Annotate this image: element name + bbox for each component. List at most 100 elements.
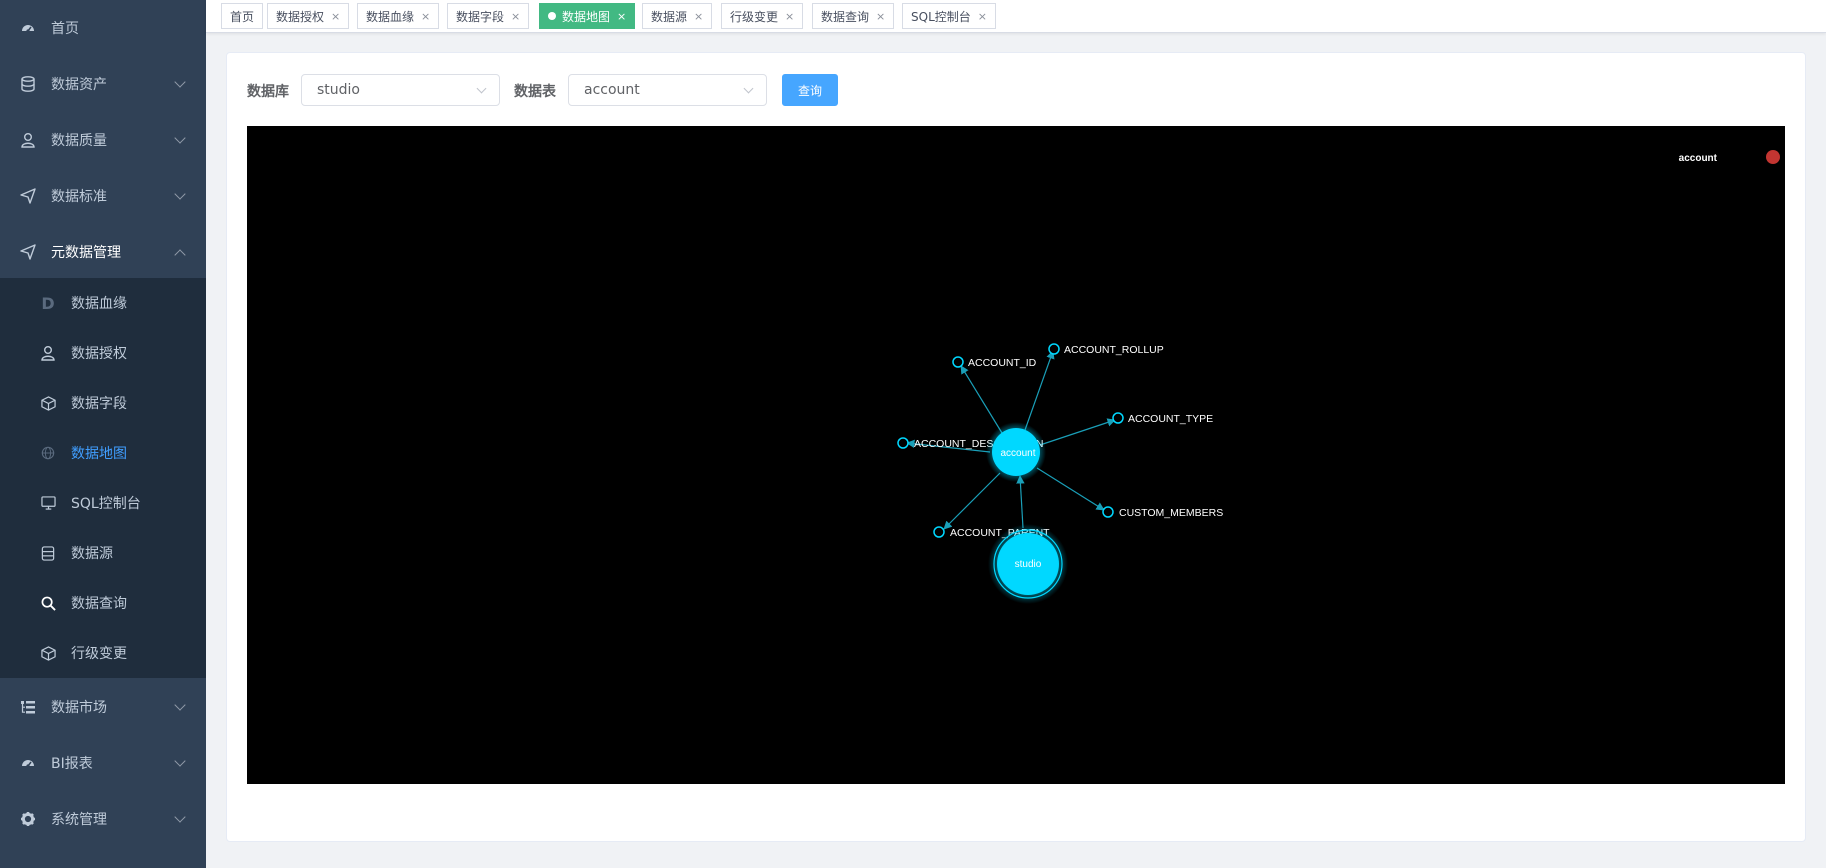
database-icon — [40, 545, 56, 561]
tag-data-map[interactable]: 数据地图 × — [539, 3, 636, 29]
chevron-down-icon — [174, 76, 186, 88]
field-labels: ACCOUNT_ID ACCOUNT_ROLLUP ACCOUNT_TYPE A… — [914, 344, 1223, 539]
menu-label: 数据标准 — [51, 189, 107, 205]
chevron-down-icon — [476, 83, 487, 94]
menu-item-data-standard[interactable]: 数据标准 — [0, 168, 206, 224]
sidebar-item-data-source[interactable]: 数据源 — [0, 528, 206, 578]
query-button[interactable]: 查询 — [782, 74, 838, 106]
globe-icon — [40, 445, 56, 461]
menu-item-metadata[interactable]: 元数据管理 — [0, 224, 206, 280]
tag-row-change[interactable]: 行级变更 × — [721, 3, 804, 29]
menu-item-data-market[interactable]: 数据市场 — [0, 679, 206, 735]
graph-canvas: account ACCOUNT_ID ACCOUNT_ROLLUP ACCOUN… — [897, 150, 1780, 604]
menu-item-data-quality[interactable]: 数据质量 — [0, 112, 206, 168]
menu-label: 数据质量 — [51, 133, 107, 149]
sidebar-item-data-query[interactable]: 数据查询 — [0, 578, 206, 628]
root-node-label: studio — [1015, 559, 1042, 570]
chevron-down-icon — [174, 132, 186, 144]
menu-item-home[interactable]: 首页 — [0, 0, 206, 56]
table-label: 数据表 — [514, 84, 556, 100]
edge-account-parent — [943, 472, 1001, 530]
menu-item-bi-report[interactable]: BI报表 — [0, 735, 206, 791]
database-select-value: studio — [317, 82, 360, 98]
cube-icon — [40, 645, 56, 661]
edge-custom-members — [1036, 467, 1105, 511]
field-node[interactable] — [933, 526, 945, 538]
chevron-down-icon — [174, 811, 186, 823]
user-icon — [20, 132, 36, 148]
tag-label: 数据地图 — [562, 9, 611, 24]
submenu-label: 数据字段 — [71, 396, 127, 412]
sidebar-item-data-map[interactable]: 数据地图 — [0, 428, 206, 478]
menu-label: 系统管理 — [51, 812, 107, 828]
submenu-label: 行级变更 — [71, 646, 127, 662]
tag-label: 首页 — [230, 9, 255, 24]
active-dot-icon — [548, 12, 556, 20]
database-label: 数据库 — [247, 84, 289, 100]
close-icon[interactable]: × — [331, 10, 340, 23]
tag-data-lineage[interactable]: 数据血缘 × — [357, 3, 440, 29]
menu-label: BI报表 — [51, 756, 93, 772]
field-node[interactable] — [897, 437, 909, 449]
sidebar-item-row-change[interactable]: 行级变更 — [0, 628, 206, 678]
data-map-graph[interactable]: account ACCOUNT_ID ACCOUNT_ROLLUP ACCOUN… — [247, 126, 1785, 784]
menu-label: 数据资产 — [51, 77, 107, 93]
submenu-label: 数据授权 — [71, 346, 127, 362]
close-icon[interactable]: × — [694, 10, 703, 23]
metadata-submenu: D 数据血缘 数据授权 数据字段 数据地图 SQL控制台 数据源 数据查询 行级… — [0, 278, 206, 678]
field-node[interactable] — [1112, 412, 1124, 424]
tag-label: 数据血缘 — [366, 9, 415, 24]
sidebar-item-sql-console[interactable]: SQL控制台 — [0, 478, 206, 528]
submenu-label: 数据查询 — [71, 596, 127, 612]
tag-data-source[interactable]: 数据源 × — [642, 3, 713, 29]
database-select[interactable]: studio — [301, 74, 500, 106]
field-node[interactable] — [1048, 343, 1060, 355]
menu-label: 首页 — [51, 21, 79, 37]
cube-icon — [40, 395, 56, 411]
submenu-label: SQL控制台 — [71, 496, 141, 512]
sidebar-item-data-lineage[interactable]: D 数据血缘 — [0, 278, 206, 328]
close-icon[interactable]: × — [421, 10, 430, 23]
tags-view-bar: 首页 数据授权 × 数据血缘 × 数据字段 × 数据地图 × 数据源 × 行级变… — [206, 0, 1826, 33]
field-node[interactable] — [1102, 506, 1114, 518]
close-icon[interactable]: × — [511, 10, 520, 23]
legend-marker[interactable] — [1766, 150, 1780, 164]
tag-label: SQL控制台 — [911, 9, 971, 24]
search-icon — [40, 595, 56, 611]
chevron-down-icon — [174, 188, 186, 200]
close-icon[interactable]: × — [617, 10, 626, 23]
chevron-down-icon — [174, 699, 186, 711]
sidebar-item-data-authorization[interactable]: 数据授权 — [0, 328, 206, 378]
tag-data-authorization[interactable]: 数据授权 × — [267, 3, 350, 29]
database-icon — [20, 76, 36, 92]
tag-label: 数据字段 — [456, 9, 505, 24]
edge-account-id — [960, 365, 1003, 434]
letter-d-icon: D — [41, 293, 55, 313]
dashboard-icon — [20, 20, 36, 36]
field-label: ACCOUNT_ROLLUP — [1064, 344, 1164, 356]
menu-item-data-assets[interactable]: 数据资产 — [0, 56, 206, 112]
tag-data-fields[interactable]: 数据字段 × — [447, 3, 530, 29]
tag-label: 数据授权 — [276, 9, 325, 24]
chevron-up-icon — [174, 249, 186, 261]
menu-item-system-admin[interactable]: 系统管理 — [0, 791, 206, 847]
sidebar-item-data-fields[interactable]: 数据字段 — [0, 378, 206, 428]
menu-label: 数据市场 — [51, 700, 107, 716]
center-node-label: account — [1000, 448, 1035, 459]
table-select-value: account — [584, 82, 640, 98]
field-label: ACCOUNT_TYPE — [1128, 413, 1213, 425]
tag-data-query[interactable]: 数据查询 × — [812, 3, 895, 29]
tag-home[interactable]: 首页 — [221, 3, 264, 29]
field-node[interactable] — [952, 356, 964, 368]
submenu-label: 数据源 — [71, 546, 113, 562]
tag-sql-console[interactable]: SQL控制台 × — [902, 3, 996, 29]
close-icon[interactable]: × — [876, 10, 885, 23]
close-icon[interactable]: × — [785, 10, 794, 23]
query-button-label: 查询 — [797, 83, 822, 98]
edge-account-type — [1039, 418, 1116, 446]
send-icon — [20, 244, 36, 260]
field-label: ACCOUNT_ID — [968, 357, 1037, 369]
sidebar: 首页 数据资产 数据质量 数据标准 元数据管理 D 数据血缘 数据授权 数据字段… — [0, 0, 206, 868]
table-select[interactable]: account — [568, 74, 767, 106]
close-icon[interactable]: × — [978, 10, 987, 23]
